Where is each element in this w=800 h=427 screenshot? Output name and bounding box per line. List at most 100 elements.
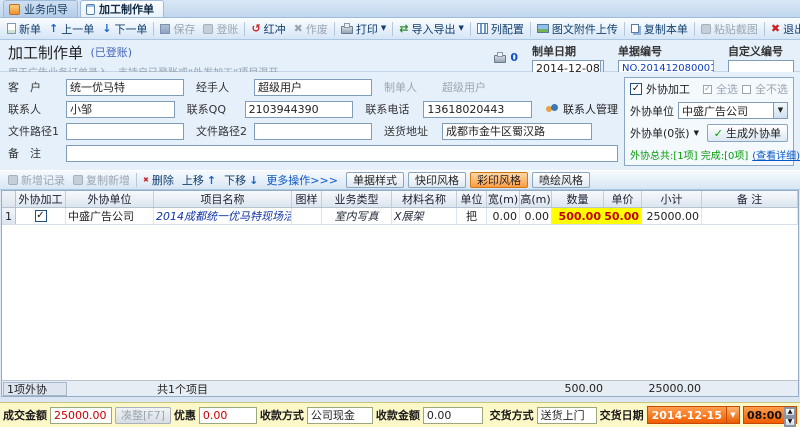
delivery-method-value: 送货上门 <box>540 409 585 422</box>
order-form: 客 户 统一优马特 经手人 超级用户 制单人 超级用户 联系人 小邹 联系QQ … <box>0 72 800 170</box>
row-project-name-cell[interactable]: 2014成都统一优马特现场活动 <box>154 208 292 224</box>
outsource-checkbox[interactable] <box>630 83 642 95</box>
qq-input[interactable]: 2103944390 <box>244 100 354 118</box>
delete-icon <box>143 177 149 184</box>
form-row-4: 备 注 <box>8 142 618 164</box>
time-spinner-buttons <box>784 407 796 427</box>
handler-input[interactable]: 超级用户 <box>254 78 372 96</box>
delivery-time-value: 08:00 <box>746 408 782 422</box>
delivery-method-input[interactable]: 送货上门 <box>536 406 597 424</box>
new-order-button[interactable]: 新单 <box>3 19 45 39</box>
outsource-sheet-dropdown-icon[interactable] <box>694 130 699 137</box>
column-config-button[interactable]: 列配置 <box>473 19 528 39</box>
col-price-header[interactable]: 单价 <box>604 191 642 207</box>
discount-input[interactable]: 0.00 <box>198 406 257 424</box>
more-operations-link[interactable]: 更多操作>>> <box>262 172 342 188</box>
row-unit-cell[interactable]: 把 <box>457 208 487 224</box>
row-image-cell[interactable] <box>292 208 322 224</box>
items-grid: 外协加工 外协单位 项目名称 图样 业务类型 材料名称 单位 宽(m) 高(m)… <box>1 190 799 397</box>
page-title: 加工制作单 <box>8 44 84 62</box>
move-up-button[interactable]: 上移 <box>178 171 220 189</box>
col-business-type-header[interactable]: 业务类型 <box>322 191 392 207</box>
table-row[interactable]: 1 中盛广告公司 2014成都统一优马特现场活动 室内写真 X展架 把 0.00… <box>2 208 798 225</box>
col-image-header[interactable]: 图样 <box>292 191 322 207</box>
next-order-label: 下一单 <box>114 22 148 36</box>
post-account-label: 登账 <box>216 22 239 36</box>
import-export-button[interactable]: 导入导出 <box>395 19 468 39</box>
next-order-button[interactable]: 下一单 <box>98 19 151 39</box>
delivery-method-label: 交货方式 <box>489 409 534 422</box>
form-row-1: 客 户 统一优马特 经手人 超级用户 制单人 超级用户 <box>8 76 618 98</box>
file-path2-input[interactable] <box>254 122 372 140</box>
import-export-icon <box>399 23 408 34</box>
generate-outsource-label: 生成外协单 <box>726 127 781 140</box>
col-width-header[interactable]: 宽(m) <box>487 191 520 207</box>
processing-order-icon <box>86 3 95 15</box>
delivery-time-spinner[interactable]: 08:00 <box>742 406 797 427</box>
row-height-cell[interactable]: 0.00 <box>520 208 552 224</box>
deal-amount-input[interactable]: 25000.00 <box>50 406 112 424</box>
customer-input[interactable]: 统一优马特 <box>66 78 184 96</box>
style-inkjet-button[interactable]: 喷绘风格 <box>531 172 590 188</box>
red-reverse-button[interactable]: 红冲 <box>247 19 289 39</box>
outsource-stats: 外协总共:[1项] 完成:[0项] <box>630 151 749 162</box>
col-outsource-unit-header[interactable]: 外协单位 <box>66 191 154 207</box>
exit-button[interactable]: 退出 <box>767 19 800 39</box>
move-down-icon <box>249 175 258 186</box>
row-width-cell[interactable]: 0.00 <box>487 208 520 224</box>
pay-method-input[interactable]: 公司现金 <box>306 406 373 424</box>
generate-outsource-button[interactable]: 生成外协单 <box>706 124 788 142</box>
tab-business-wizard[interactable]: 业务向导 <box>3 0 78 17</box>
contact-input[interactable]: 小邹 <box>66 100 175 118</box>
col-note-header[interactable]: 备 注 <box>702 191 798 207</box>
row-outsource-checkbox[interactable] <box>34 210 47 222</box>
outsource-unit-label: 外协单位 <box>630 104 674 118</box>
style-color-print-button[interactable]: 彩印风格 <box>469 172 528 188</box>
phone-input[interactable]: 13618020443 <box>423 100 533 118</box>
pay-amount-input[interactable]: 0.00 <box>422 406 483 424</box>
row-price-cell[interactable]: 50.00 <box>604 208 642 224</box>
delivery-address-input[interactable]: 成都市金牛区蜀汉路 <box>442 122 592 140</box>
style-doc-button[interactable]: 单据样式 <box>345 172 404 188</box>
select-none-icon <box>742 84 751 94</box>
previous-order-button[interactable]: 上一单 <box>45 19 98 39</box>
spinner-up-icon <box>785 408 795 416</box>
red-reverse-icon <box>251 23 260 34</box>
people-icon <box>546 104 559 114</box>
row-outsource-unit-cell[interactable]: 中盛广告公司 <box>66 208 154 224</box>
outsource-unit-dropdown-button[interactable] <box>773 103 787 118</box>
move-down-button[interactable]: 下移 <box>220 171 262 189</box>
row-note-cell[interactable] <box>702 208 798 224</box>
file-path1-input[interactable] <box>66 122 184 140</box>
row-material-cell[interactable]: X展架 <box>392 208 457 224</box>
delivery-address-value: 成都市金牛区蜀汉路 <box>446 125 545 138</box>
print-button[interactable]: 打印 <box>337 19 390 39</box>
delete-row-button[interactable]: 删除 <box>139 171 178 189</box>
row-quantity-cell[interactable]: 500.00 <box>552 208 604 224</box>
row-business-type-cell[interactable]: 室内写真 <box>322 208 392 224</box>
save-label: 保存 <box>173 22 196 36</box>
time-spin-down-button[interactable] <box>784 417 796 427</box>
time-spin-up-button[interactable] <box>784 407 796 417</box>
col-outsource-header[interactable]: 外协加工 <box>16 191 66 207</box>
col-quantity-header[interactable]: 数量 <box>552 191 604 207</box>
attachment-upload-button[interactable]: 图文附件上传 <box>533 19 622 39</box>
col-project-name-header[interactable]: 项目名称 <box>154 191 292 207</box>
move-up-label: 上移 <box>181 174 204 187</box>
style-quick-print-button[interactable]: 快印风格 <box>407 172 466 188</box>
col-unit-header[interactable]: 单位 <box>457 191 487 207</box>
delivery-date-picker[interactable]: 2014-12-15 <box>646 406 740 424</box>
outsource-unit-select[interactable]: 中盛广告公司 <box>678 102 788 119</box>
tab-processing-order[interactable]: 加工制作单 <box>80 0 164 17</box>
delivery-date-dropdown-button[interactable] <box>725 407 739 423</box>
print-dropdown-icon <box>381 25 386 32</box>
copy-order-button[interactable]: 复制本单 <box>627 19 692 39</box>
delivery-address-label: 送货地址 <box>384 125 428 138</box>
col-material-header[interactable]: 材料名称 <box>392 191 457 207</box>
col-height-header[interactable]: 高(m) <box>520 191 552 207</box>
form-row-3: 文件路径1 文件路径2 送货地址 成都市金牛区蜀汉路 <box>8 120 618 142</box>
view-detail-link[interactable]: (查看详细) <box>752 147 800 162</box>
note-input[interactable] <box>66 144 618 162</box>
contact-manage-button[interactable]: 联系人管理 <box>546 101 618 117</box>
col-subtotal-header[interactable]: 小计 <box>642 191 702 207</box>
